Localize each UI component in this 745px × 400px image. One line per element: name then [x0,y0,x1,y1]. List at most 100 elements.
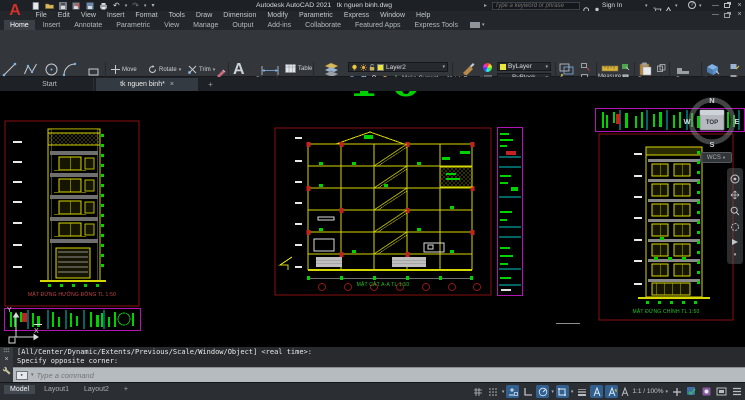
undo-icon[interactable]: ↶ [113,2,120,10]
redo-icon[interactable]: ↷ [132,2,139,10]
redo-caret-icon[interactable]: ▾ [144,3,147,9]
file-tab-close-icon[interactable]: × [170,81,174,88]
open-file-icon[interactable] [45,2,54,10]
save-icon[interactable] [59,2,67,10]
annotation-scale-value[interactable]: 1:1 / 100% [632,388,663,395]
ribbon-tab-manage[interactable]: Manage [187,20,224,30]
command-input[interactable] [37,369,745,381]
orbit-icon[interactable] [730,222,740,232]
file-tab-active[interactable]: tk nguen binh* × [96,78,198,91]
zoom-icon[interactable] [730,206,740,216]
ribbon-minimize-caret-icon[interactable]: ▾ [482,22,485,28]
isolate-objects-icon[interactable] [700,385,713,398]
search-input[interactable] [492,2,580,10]
viewcube-west[interactable]: W [683,117,691,126]
viewcube-east[interactable]: E [734,117,739,126]
command-grip-icon[interactable] [3,348,10,353]
ungroup-icon[interactable] [581,63,590,71]
menu-modify[interactable]: Modify [262,12,294,19]
command-close-icon[interactable]: × [4,356,8,363]
file-tab-start[interactable]: Start [6,78,94,91]
menu-express[interactable]: Express [338,12,374,19]
navbar-caret-icon[interactable]: ▾ [734,252,737,258]
menu-view[interactable]: View [75,12,101,19]
quick-select-icon[interactable] [621,63,630,71]
east-elevation-caption[interactable]: MẶT ĐỨNG HƯỚNG ĐÔNG TL 1:50 [4,292,140,298]
grid-icon[interactable] [472,385,485,398]
move-button[interactable]: Move [111,64,148,75]
signin-caret-icon[interactable]: ▾ [645,3,648,9]
main-elevation-caption[interactable]: MẶT ĐỨNG CHÍNH TL 1:50 [598,309,734,315]
large-green-annotation-text[interactable]: 10 [348,91,458,104]
snap-icon[interactable] [487,385,500,398]
lineweight-icon[interactable] [575,385,588,398]
help-caret-icon[interactable]: ▾ [699,3,702,9]
color-wheel-icon[interactable] [483,63,492,72]
ribbon-tab-parametric[interactable]: Parametric [110,20,156,30]
stray-dash[interactable] [556,323,580,324]
menu-file[interactable]: File [30,12,52,19]
search-expand-icon[interactable]: ▸ [484,2,487,9]
autocad-logo-icon[interactable]: A [3,1,27,20]
menu-edit[interactable]: Edit [52,12,75,19]
ribbon-tab-annotate[interactable]: Annotate [68,20,108,30]
osnap-caret-icon[interactable]: ▾ [571,389,574,395]
menu-insert[interactable]: Insert [101,12,130,19]
restore-button[interactable] [724,3,730,8]
ribbon-tab-express-tools[interactable]: Express Tools [409,20,464,30]
color-dropdown[interactable]: ByLayer▾ [497,62,551,71]
menu-parametric[interactable]: Parametric [293,12,338,19]
osnap-icon[interactable] [556,385,569,398]
menu-tools[interactable]: Tools [163,12,190,19]
table-button[interactable]: Table [285,64,312,73]
copy-clip-icon[interactable] [657,64,666,72]
doc-restore-button[interactable] [724,13,730,18]
drawing-notes-strip[interactable] [497,127,523,296]
qat-customize-icon[interactable]: ▾ [151,2,154,9]
ribbon-minimize-icon[interactable] [470,22,480,28]
viewcube-north[interactable]: N [709,96,714,105]
command-prompt-icon[interactable]: ▸ [16,371,28,380]
ribbon-tab-featured-apps[interactable]: Featured Apps [349,20,407,30]
polar-tracking-icon[interactable] [536,385,549,398]
annotation-visibility-icon[interactable] [590,385,603,398]
customization-icon[interactable] [730,385,743,398]
show-motion-icon[interactable] [730,238,740,246]
viewcube-south[interactable]: S [709,140,714,149]
polar-caret-icon[interactable]: ▾ [551,389,554,395]
menu-draw[interactable]: Draw [190,12,217,19]
section-aa-caption[interactable]: MẶT CẮT A-A TL 1:50 [274,282,492,288]
drawing-section-aa[interactable]: MẶT CẮT A-A TL 1:50 [274,127,492,296]
annotation-autoscale-icon[interactable] [605,385,618,398]
ribbon-tab-home[interactable]: Home [4,20,35,30]
scale-caret-icon[interactable]: ▾ [665,389,668,395]
viewcube[interactable]: N S W E TOP [683,93,741,151]
layout2-tab[interactable]: Layout2 [78,385,115,394]
viewcube-top-face[interactable]: TOP [706,120,718,126]
save-all-icon[interactable] [86,2,94,10]
sign-in-button[interactable]: Sign In [602,2,622,9]
clean-screen-icon[interactable] [715,385,728,398]
layout1-tab[interactable]: Layout1 [38,385,75,394]
dynamic-input-icon[interactable] [506,385,519,398]
drawing-canvas[interactable]: 10 MẶT ĐỨNG HƯỚNG ĐÔNG TL 1:50 [0,91,745,347]
graphics-performance-icon[interactable] [685,385,698,398]
section-aa-geometry[interactable] [274,127,492,296]
pan-icon[interactable] [730,190,740,200]
navigation-bar[interactable]: ▾ [727,168,743,264]
doc-minimize-button[interactable]: — [711,11,720,18]
annotation-scale-icon[interactable] [620,385,630,398]
ribbon-tab-insert[interactable]: Insert [37,20,67,30]
new-tab-button[interactable]: + [205,79,216,90]
menu-help[interactable]: Help [411,12,436,19]
add-scales-icon[interactable] [670,385,683,398]
layer-dropdown[interactable]: Layer2 ▾ [348,62,448,72]
ribbon-tab-view[interactable]: View [158,20,185,30]
east-elevation-geometry[interactable] [4,120,140,307]
close-button[interactable]: × [735,2,744,9]
full-nav-wheel-icon[interactable] [730,174,740,184]
new-file-icon[interactable] [32,2,40,10]
edit-block-icon[interactable] [730,63,740,71]
help-icon[interactable]: ? [688,1,696,9]
appstore-caret-icon[interactable]: ▾ [675,3,678,9]
